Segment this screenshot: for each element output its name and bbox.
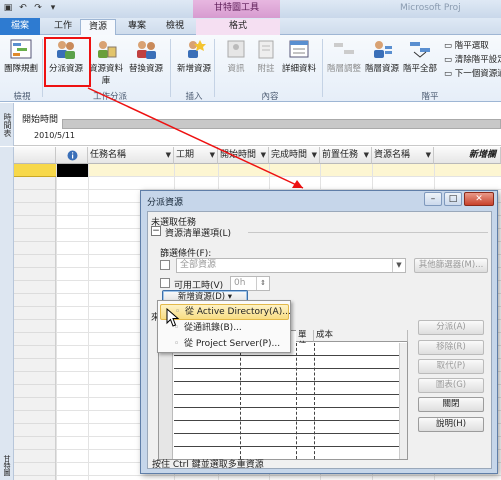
close-button[interactable]: 關閉 (418, 397, 484, 412)
maximize-icon[interactable]: □ (444, 192, 462, 206)
assign-button[interactable]: 分派(A) (418, 320, 484, 335)
remove-button[interactable]: 移除(R) (418, 340, 484, 355)
dialog-window-controls: – □ ✕ (424, 192, 494, 206)
minimize-icon[interactable]: – (424, 192, 442, 206)
more-filters-button[interactable]: 其他篩選器(M)... (414, 258, 488, 273)
replace-button[interactable]: 取代(P) (418, 359, 484, 374)
resource-grid-cells[interactable] (174, 343, 407, 459)
menu-item-project-server[interactable]: ◦ 從 Project Server(P)... (160, 337, 289, 353)
column-cost[interactable]: 成本 (314, 330, 408, 342)
grid-line (296, 343, 297, 459)
dialog-footer-hint: 按住 Ctrl 鍵並選取多重資源 (152, 460, 264, 470)
dialog-title: 分派資源 (147, 198, 184, 208)
column-units[interactable]: 單位 (296, 330, 314, 351)
options-toggle[interactable]: − (151, 226, 161, 236)
available-hours-input[interactable]: 0h ⇕ (230, 276, 270, 291)
grid-line (240, 343, 241, 459)
mouse-pointer-icon (166, 308, 180, 327)
graphs-button[interactable]: 圖表(G) (418, 378, 484, 393)
grid-line (314, 343, 315, 459)
filter-checkbox[interactable] (160, 260, 170, 270)
options-divider (248, 232, 488, 233)
help-button[interactable]: 說明(H) (418, 417, 484, 432)
options-label: 資源清單選項(L) (165, 229, 232, 239)
resource-grid-row-numbers (159, 343, 173, 459)
chevron-down-icon: ▼ (392, 259, 405, 272)
menu-bullet-icon: ◦ (174, 339, 180, 349)
filter-dropdown[interactable]: 全部資源 ▼ (176, 258, 406, 273)
scrollbar[interactable] (399, 343, 407, 459)
close-icon[interactable]: ✕ (464, 192, 494, 206)
spinner-icon: ⇕ (256, 277, 269, 290)
available-checkbox[interactable] (160, 278, 170, 288)
